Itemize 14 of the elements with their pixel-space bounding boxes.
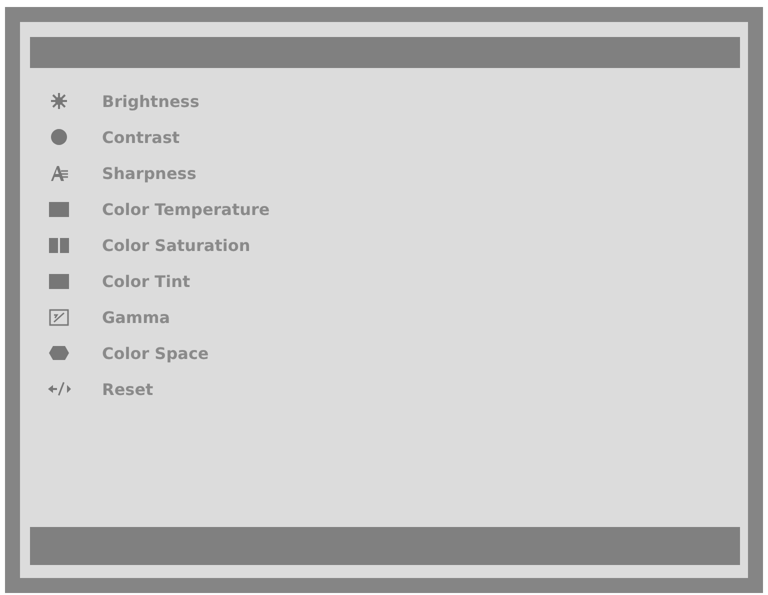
menu-item[interactable]: Brightness bbox=[102, 92, 200, 110]
menu-item[interactable]: Sharpness bbox=[102, 164, 196, 182]
menu-item[interactable]: Reset bbox=[102, 380, 154, 398]
menu-item[interactable]: Contrast bbox=[102, 128, 180, 146]
menu-item[interactable]: Color Saturation bbox=[102, 236, 250, 254]
menu-item[interactable]: Color Tint bbox=[102, 272, 190, 290]
hexagon-icon bbox=[47, 343, 71, 363]
curve-icon bbox=[47, 307, 71, 327]
split-square-icon bbox=[47, 235, 71, 255]
menu-item[interactable]: Gamma bbox=[102, 308, 170, 326]
menu-item[interactable]: Color Space bbox=[102, 344, 209, 362]
square-icon bbox=[47, 199, 71, 219]
menu-item[interactable]: Color Temperature bbox=[102, 200, 270, 218]
square-icon bbox=[47, 271, 71, 291]
